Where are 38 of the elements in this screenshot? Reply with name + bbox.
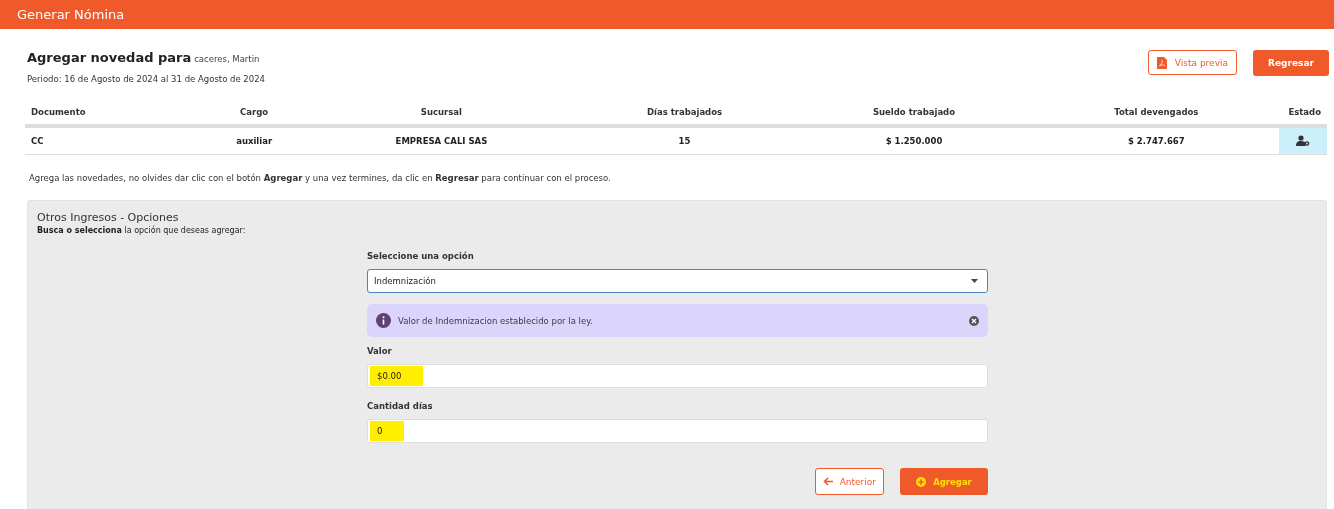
column-header: Sueldo trabajado <box>872 107 956 117</box>
table-cell: auxiliar <box>236 136 273 146</box>
period-text: Periodo: 16 de Agosto de 2024 al 31 de Agosto de 2024 <box>27 74 265 84</box>
column-header: Estado <box>1288 107 1321 117</box>
alert-text: Valor de Indemnizacion establecido por la ley. <box>398 315 594 326</box>
column-header: Sucursal <box>420 107 463 117</box>
table-cell: $ 1.250.000 <box>885 136 943 146</box>
add-button[interactable]: Agregar <box>900 468 988 495</box>
preview-button[interactable]: Vista previa <box>1147 50 1237 75</box>
instructions-text: Agrega las novedades, no olvides dar clic con el botón Agregar y una vez termines, da clic en Regresar para continuar con el proceso. <box>29 173 612 183</box>
page-heading: Agregar novedad para <box>27 50 192 65</box>
panel-title: Otros Ingresos - Opciones <box>37 211 180 224</box>
table-cell: EMPRESA CALI SAS <box>395 136 488 146</box>
back-button[interactable]: Regresar <box>1253 50 1329 76</box>
info-icon <box>376 313 391 328</box>
field-label: Cantidad días <box>367 401 434 411</box>
window-title: Generar Nómina <box>17 7 125 22</box>
pdf-icon <box>1156 56 1167 69</box>
field-label: Valor <box>367 346 393 356</box>
column-header: Documento <box>31 107 86 117</box>
field-label: Seleccione una opción <box>367 251 475 261</box>
table-cell: $ 2.747.667 <box>1127 136 1185 146</box>
input-field[interactable]: 0 <box>367 419 988 443</box>
caret-icon <box>971 279 978 283</box>
arrow-left-icon <box>822 477 833 486</box>
column-header: Días trabajados <box>646 107 723 117</box>
panel-subtitle: Busca o selecciona la opción que deseas agregar: <box>37 226 247 235</box>
input-field[interactable]: $0.00 <box>367 364 988 388</box>
table-cell: 15 <box>678 136 691 146</box>
column-header: Total devengados <box>1114 107 1199 117</box>
plus-circle-icon <box>916 476 927 487</box>
column-header: Cargo <box>240 107 269 117</box>
user-settings-icon <box>1296 134 1310 146</box>
employee-name: caceres, Martin <box>194 54 260 64</box>
close-icon[interactable] <box>969 315 979 326</box>
option-select[interactable]: Indemnización <box>367 269 988 293</box>
table-cell: CC <box>31 136 44 146</box>
previous-button[interactable]: Anterior <box>814 468 884 495</box>
